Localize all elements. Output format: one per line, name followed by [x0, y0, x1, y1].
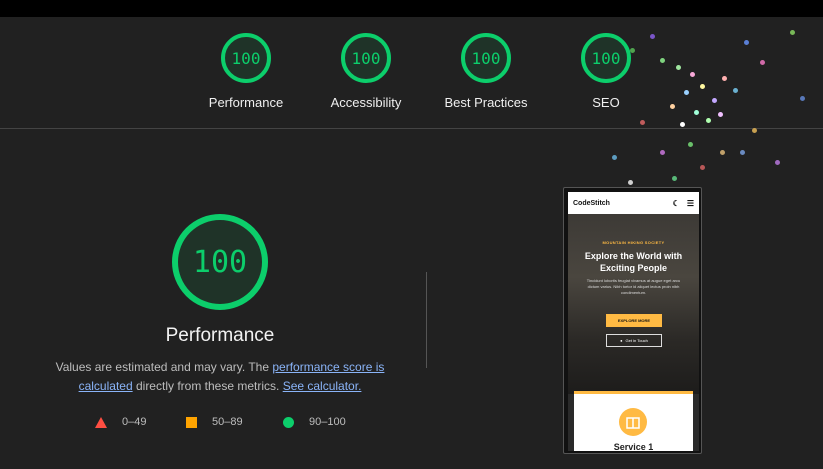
preview-nav: CodeStitch ☾ ☰ — [568, 192, 699, 214]
preview-service-card: Service 1 — [574, 394, 693, 451]
preview-card-title: Service 1 — [613, 442, 654, 451]
legend-pass: 90–100 — [283, 416, 346, 428]
moon-icon: ☾ — [672, 198, 680, 208]
triangle-icon — [95, 416, 107, 428]
gauge-label: SEO — [592, 95, 620, 110]
square-icon — [186, 416, 197, 428]
performance-title: Performance — [165, 325, 275, 346]
performance-score-gauge: 100 — [172, 214, 268, 310]
service-icon — [619, 408, 647, 436]
page-screenshot-preview[interactable]: CodeStitch ☾ ☰ MOUNTAIN HIKING SOCIETY E… — [563, 187, 702, 454]
see-calculator-link[interactable]: See calculator. — [283, 379, 362, 393]
phone-icon: ● — [620, 338, 623, 343]
gauge-ring: 100 — [581, 33, 631, 83]
legend-pass-label: 90–100 — [309, 416, 346, 428]
gauge-ring: 100 — [221, 33, 271, 83]
preview-primary-button: EXPLORE MORE — [606, 314, 662, 327]
preview-headline: Explore the World with Exciting People — [584, 251, 683, 273]
preview-logo: CodeStitch — [573, 199, 610, 207]
preview-secondary-button: ● Get in Touch — [606, 334, 662, 347]
gauge-best-practices[interactable]: 100 Best Practices — [426, 33, 546, 110]
preview-screen: CodeStitch ☾ ☰ MOUNTAIN HIKING SOCIETY E… — [568, 192, 699, 451]
legend-fail-label: 0–49 — [122, 416, 147, 428]
legend-fail: 0–49 — [95, 416, 146, 428]
gauge-label: Best Practices — [444, 95, 528, 110]
score-description: Values are estimated and may vary. The p… — [40, 358, 400, 396]
gauge-performance[interactable]: 100 Performance — [186, 33, 306, 110]
legend-average: 50–89 — [186, 416, 243, 428]
legend-average-label: 50–89 — [212, 416, 243, 428]
preview-secondary-label: Get in Touch — [625, 338, 648, 343]
desc-middle: directly from these metrics. — [132, 379, 283, 393]
preview-kicker: MOUNTAIN HIKING SOCIETY — [602, 240, 665, 245]
gauge-ring: 100 — [341, 33, 391, 83]
gauge-label: Accessibility — [330, 95, 402, 110]
score-gauges: 100 Performance 100 Accessibility 100 Be… — [0, 17, 823, 129]
gauge-accessibility[interactable]: 100 Accessibility — [306, 33, 426, 110]
top-bar — [0, 0, 823, 17]
gauge-label: Performance — [208, 95, 284, 110]
hamburger-icon: ☰ — [686, 198, 694, 208]
gauge-seo[interactable]: 100 SEO — [546, 33, 666, 110]
circle-icon — [283, 416, 294, 428]
gauge-ring: 100 — [461, 33, 511, 83]
preview-body: Tincidunt lobortis feugiat vivamus at au… — [586, 278, 681, 295]
desc-prefix: Values are estimated and may vary. The — [55, 360, 273, 374]
divider — [426, 272, 427, 368]
